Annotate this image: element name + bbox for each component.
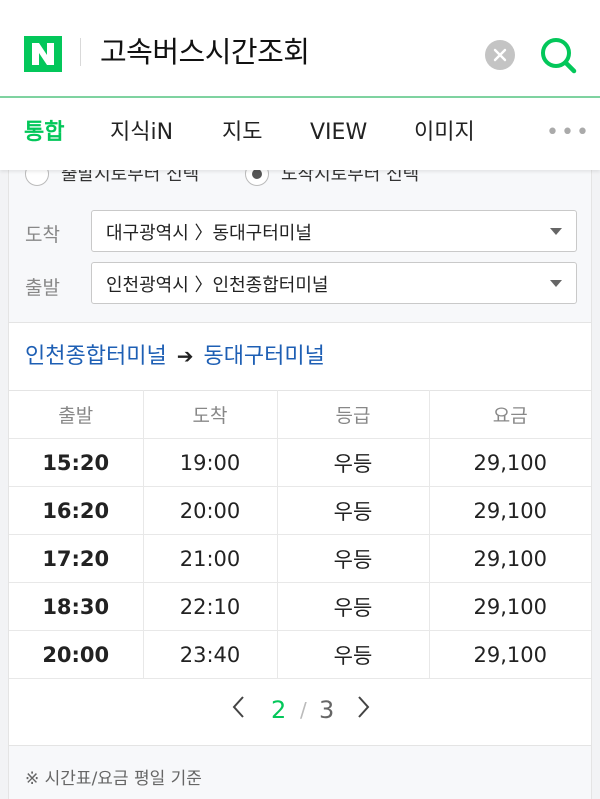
departure-label: 출발 — [25, 277, 60, 299]
radio-departure[interactable] — [25, 170, 49, 186]
clear-x-icon — [493, 48, 507, 62]
tab-integrated[interactable]: 통합 — [24, 118, 64, 148]
current-page: 2 — [271, 696, 287, 724]
bus-grade: 우등 — [277, 582, 430, 631]
pagination: 2 / 3 — [9, 682, 591, 742]
fare: 29,100 — [429, 582, 591, 631]
arrival-time: 20:00 — [143, 486, 278, 535]
departure-time: 15:20 — [9, 438, 144, 487]
fare: 29,100 — [429, 534, 591, 583]
table-header-row: 출발 도착 등급 요금 — [9, 390, 591, 439]
departure-time: 18:30 — [9, 582, 144, 631]
route-to: 동대구터미널 — [203, 344, 325, 369]
footnote-area: ※ 시간표/요금 평일 기준 — [9, 745, 591, 799]
bus-timetable-card: 출발지로부터 선택 도착지로부터 선택 도착 대구광역시 〉동대구터미널 출발 … — [8, 170, 592, 799]
footnote: ※ 시간표/요금 평일 기준 — [25, 769, 202, 789]
fare: 29,100 — [429, 486, 591, 535]
arrival-label: 도착 — [25, 224, 60, 246]
table-row: 18:30 22:10 우등 29,100 — [9, 582, 591, 631]
arrival-time: 23:40 — [143, 630, 278, 679]
chevron-left-icon[interactable] — [229, 694, 249, 720]
tab-map[interactable]: 지도 — [222, 118, 262, 148]
departure-time: 16:20 — [9, 486, 144, 535]
table-row: 16:20 20:00 우등 29,100 — [9, 486, 591, 535]
arrival-time: 19:00 — [143, 438, 278, 487]
table-row: 17:20 21:00 우등 29,100 — [9, 534, 591, 583]
fare: 29,100 — [429, 438, 591, 487]
column-header-fare: 요금 — [429, 390, 591, 439]
tab-images[interactable]: 이미지 — [414, 118, 475, 148]
column-header-grade: 등급 — [277, 390, 430, 439]
departure-time: 17:20 — [9, 534, 144, 583]
route-title: 인천종합터미널 ➔ 동대구터미널 — [25, 338, 325, 370]
more-tabs-icon[interactable]: ••• — [546, 118, 591, 148]
search-bar: 고속버스시간조회 — [0, 0, 600, 98]
tab-view[interactable]: VIEW — [310, 118, 367, 148]
arrival-time: 21:00 — [143, 534, 278, 583]
tab-bar: 통합 지식iN 지도 VIEW 이미지 ••• — [0, 98, 600, 170]
route-selector: 출발지로부터 선택 도착지로부터 선택 도착 대구광역시 〉동대구터미널 출발 … — [9, 170, 591, 323]
page-separator: / — [300, 698, 307, 722]
clear-button[interactable] — [485, 40, 515, 70]
chevron-right-icon[interactable] — [353, 694, 373, 720]
radio-departure-label[interactable]: 출발지로부터 선택 — [61, 170, 199, 186]
total-pages: 3 — [319, 696, 335, 724]
departure-time: 20:00 — [9, 630, 144, 679]
bus-grade: 우등 — [277, 630, 430, 679]
bus-grade: 우등 — [277, 534, 430, 583]
table-row: 20:00 23:40 우등 29,100 — [9, 630, 591, 679]
column-header-arrival: 도착 — [143, 390, 278, 439]
arrival-time: 22:10 — [143, 582, 278, 631]
arrival-select[interactable]: 대구광역시 〉동대구터미널 — [91, 210, 577, 252]
search-icon[interactable] — [538, 35, 578, 75]
fare: 29,100 — [429, 630, 591, 679]
arrow-right-icon: ➔ — [176, 344, 194, 368]
chevron-down-icon — [550, 280, 562, 287]
arrival-select-value: 대구광역시 〉동대구터미널 — [106, 223, 312, 244]
table-row: 15:20 19:00 우등 29,100 — [9, 438, 591, 487]
logo-divider — [80, 38, 81, 66]
search-query-text[interactable]: 고속버스시간조회 — [100, 30, 310, 74]
departure-select-value: 인천광역시 〉인천종합터미널 — [106, 275, 329, 296]
departure-select[interactable]: 인천광역시 〉인천종합터미널 — [91, 262, 577, 304]
chevron-down-icon — [550, 228, 562, 235]
naver-n-logo-icon[interactable] — [24, 36, 62, 72]
column-header-departure: 출발 — [9, 390, 144, 439]
timetable: 출발 도착 등급 요금 15:20 19:00 우등 29,100 16:20 … — [9, 390, 591, 679]
bus-grade: 우등 — [277, 486, 430, 535]
radio-arrival[interactable] — [245, 170, 269, 186]
tab-knowledge-in[interactable]: 지식iN — [110, 118, 173, 148]
radio-arrival-label[interactable]: 도착지로부터 선택 — [281, 170, 419, 186]
bus-grade: 우등 — [277, 438, 430, 487]
route-from: 인천종합터미널 — [25, 344, 167, 369]
